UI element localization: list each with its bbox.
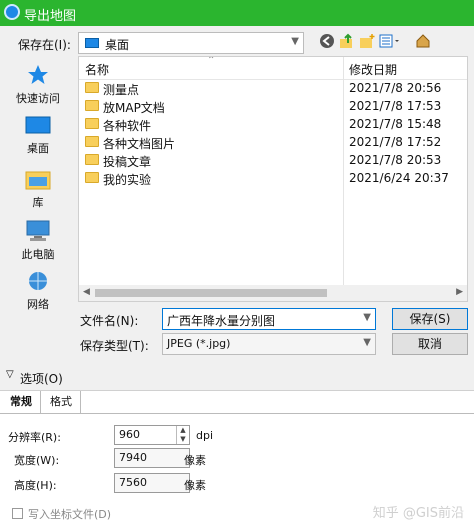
file-date: 2021/7/8 20:56 <box>349 81 442 95</box>
computer-icon <box>26 220 50 241</box>
sidebar-item-desktop[interactable]: 桌面 <box>0 116 76 156</box>
folder-icon <box>85 154 99 165</box>
network-icon <box>29 272 47 290</box>
tab-general[interactable]: 常规 <box>2 391 41 413</box>
list-item[interactable]: 各种文档图片 2021/7/8 17:52 <box>79 133 467 151</box>
width-value: 7940 <box>119 451 147 464</box>
file-list[interactable]: 名称 ⌃ 修改日期 测量点 2021/7/8 20:56 放MAP文档 2021/7… <box>78 56 468 302</box>
options-label: 选项(O) <box>20 372 63 386</box>
height-field[interactable]: 7560 <box>114 473 190 493</box>
options-panel: 常规 格式 分辨率(R): 960 ▲ ▼ dpi 宽度(W): 7940 像素 … <box>0 390 474 527</box>
chevron-down-icon: ▼ <box>363 312 371 323</box>
scroll-right-icon[interactable]: ▶ <box>456 287 463 297</box>
list-item[interactable]: 我的实验 2021/6/24 20:37 <box>79 169 467 187</box>
sidebar-item-network[interactable]: 网络 <box>0 270 76 312</box>
file-date: 2021/7/8 17:52 <box>349 135 442 149</box>
cancel-button[interactable]: 取消 <box>392 333 468 355</box>
height-label: 高度(H): <box>14 479 57 492</box>
options-toggle[interactable]: ▽ 选项(O) <box>0 368 474 386</box>
filetype-select[interactable]: JPEG (*.jpg) ▼ <box>162 333 376 355</box>
file-name: 投稿文章 <box>103 155 152 169</box>
filename-label: 文件名(N): <box>80 314 139 328</box>
file-date: 2021/7/8 15:48 <box>349 117 442 131</box>
file-date: 2021/6/24 20:37 <box>349 171 449 185</box>
lookin-dropdown[interactable]: 桌面 ▼ <box>78 32 304 54</box>
file-date: 2021/7/8 20:53 <box>349 153 442 167</box>
window-title: 导出地图 <box>24 9 77 24</box>
list-item[interactable]: 投稿文章 2021/7/8 20:53 <box>79 151 467 169</box>
folder-icon <box>85 136 99 147</box>
filename-value: 广西年降水量分别图 <box>167 314 276 328</box>
height-value: 7560 <box>119 476 147 489</box>
chevron-down-icon: ▼ <box>291 36 299 47</box>
sidebar-label: 此电脑 <box>21 248 55 261</box>
places-sidebar: 快速访问 桌面 库 此电脑 网络 <box>0 56 76 356</box>
resolution-label: 分辨率(R): <box>8 431 61 444</box>
tab-format[interactable]: 格式 <box>42 391 81 413</box>
folder-icon <box>85 82 99 93</box>
sort-arrow-icon: ⌃ <box>207 56 216 66</box>
file-name: 各种文档图片 <box>103 137 176 151</box>
sidebar-label: 库 <box>32 196 44 209</box>
height-unit: 像素 <box>184 479 206 492</box>
sidebar-label: 桌面 <box>27 142 49 155</box>
sidebar-label: 网络 <box>27 298 49 311</box>
column-header-name[interactable]: 名称 <box>85 61 109 78</box>
horizontal-scrollbar[interactable]: ◀ ▶ <box>79 285 467 301</box>
folder-icon <box>85 172 99 183</box>
resolution-value: 960 <box>119 428 140 441</box>
tab-divider <box>0 413 474 414</box>
view-menu-icon[interactable] <box>378 33 402 51</box>
width-unit: 像素 <box>184 454 206 467</box>
filetype-label: 保存类型(T): <box>80 339 149 353</box>
scrollbar-thumb[interactable] <box>95 289 327 297</box>
file-name: 我的实验 <box>103 173 152 187</box>
sidebar-item-this-pc[interactable]: 此电脑 <box>0 220 76 262</box>
sidebar-item-quick-access[interactable]: 快速访问 <box>0 64 76 106</box>
lookin-label: 保存在(I): <box>18 38 71 52</box>
desktop-icon[interactable] <box>414 33 432 51</box>
worldfile-checkbox[interactable] <box>12 508 23 519</box>
file-name: 放MAP文档 <box>103 101 165 115</box>
filetype-value: JPEG (*.jpg) <box>167 337 231 350</box>
up-folder-icon[interactable] <box>338 33 356 51</box>
stepper-arrows-icon[interactable]: ▲ ▼ <box>176 426 189 444</box>
save-button[interactable]: 保存(S) <box>392 308 468 330</box>
back-arrow-icon[interactable] <box>318 33 336 51</box>
desktop-mini-icon <box>85 38 99 48</box>
title-bar: 导出地图 <box>0 0 474 26</box>
new-folder-icon[interactable] <box>358 33 376 51</box>
list-item[interactable]: 测量点 2021/7/8 20:56 <box>79 79 467 97</box>
file-name: 各种软件 <box>103 119 152 133</box>
folder-icon <box>85 118 99 129</box>
width-field[interactable]: 7940 <box>114 448 190 468</box>
sidebar-item-library[interactable]: 库 <box>0 168 76 210</box>
file-date: 2021/7/8 17:53 <box>349 99 442 113</box>
star-icon <box>28 65 48 84</box>
file-name: 测量点 <box>103 83 140 97</box>
filename-input[interactable]: 广西年降水量分别图 ▼ <box>162 308 376 330</box>
lookin-value: 桌面 <box>105 38 130 52</box>
list-item[interactable]: 各种软件 2021/7/8 15:48 <box>79 115 467 133</box>
folder-icon <box>85 100 99 111</box>
chevron-down-icon: ▽ <box>6 369 14 380</box>
sidebar-label: 快速访问 <box>16 92 60 105</box>
resolution-stepper[interactable]: 960 ▲ ▼ <box>114 425 190 445</box>
watermark: 知乎 @GIS前沿 <box>372 506 464 521</box>
resolution-unit: dpi <box>196 429 214 442</box>
chevron-down-icon: ▼ <box>363 337 371 348</box>
file-list-header: 名称 ⌃ 修改日期 <box>79 56 467 287</box>
desktop-icon <box>25 116 51 134</box>
list-item[interactable]: 放MAP文档 2021/7/8 17:53 <box>79 97 467 115</box>
scroll-left-icon[interactable]: ◀ <box>83 287 90 297</box>
width-label: 宽度(W): <box>14 454 60 467</box>
app-icon <box>4 4 20 20</box>
worldfile-label: 写入坐标文件(D) <box>28 508 112 521</box>
column-header-date[interactable]: 修改日期 <box>349 61 397 78</box>
library-icon <box>25 171 51 190</box>
